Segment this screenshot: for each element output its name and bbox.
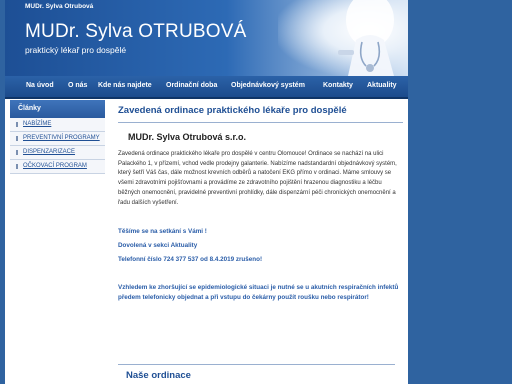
nav-contacts[interactable]: Kontakty (323, 82, 353, 89)
title-divider (118, 122, 403, 123)
sidebar-item-dispensary[interactable]: DISPENZARIZACE (10, 146, 105, 160)
sidebar-item-offer[interactable]: NABÍZÍME (10, 118, 105, 132)
welcome-text: Těšíme se na setkání s Vámi ! (118, 228, 207, 236)
covid-notice: Vzhledem ke zhoršující se epidemiologick… (118, 284, 399, 302)
nav-about[interactable]: O nás (68, 82, 87, 89)
section-title-office: Naše ordinace (126, 370, 191, 381)
sidebar: Články NABÍZÍME PREVENTIVNÍ PROGRAMY DIS… (10, 100, 105, 174)
nav-location[interactable]: Kde nás najdete (98, 82, 152, 89)
sidebar-item-preventive[interactable]: PREVENTIVNÍ PROGRAMY (10, 132, 105, 146)
section-divider (118, 364, 395, 365)
doctor-header-image (278, 0, 408, 76)
nav-booking-system[interactable]: Objednávkový systém (231, 82, 305, 89)
site-title[interactable]: MUDr. Sylva OTRUBOVÁ (25, 21, 246, 43)
sidebar-item-vaccination[interactable]: OČKOVACÍ PROGRAM (10, 160, 105, 174)
phone-notice: Telefonní číslo 724 377 537 od 8.4.2019 … (118, 256, 263, 264)
main-navigation: Na úvod O nás Kde nás najdete Ordinační … (5, 76, 408, 99)
nav-news[interactable]: Aktuality (367, 82, 397, 89)
doctor-illustration-icon (338, 0, 394, 76)
site-header: MUDr. Sylva Otrubová MUDr. Sylva OTRUBOV… (5, 0, 408, 76)
site-subtitle: praktický lékař pro dospělé (25, 45, 127, 55)
main-content: Zavedená ordinace praktického lékaře pro… (118, 100, 403, 303)
nav-home[interactable]: Na úvod (26, 82, 54, 89)
nav-office-hours[interactable]: Ordinační doba (166, 82, 217, 89)
organization-name: MUDr. Sylva Otrubová s.r.o. (128, 132, 247, 142)
intro-paragraph: Zavedená ordinace praktického lékaře pro… (118, 151, 397, 206)
page-container: MUDr. Sylva Otrubová MUDr. Sylva OTRUBOV… (5, 0, 408, 384)
page-title: Zavedená ordinace praktického lékaře pro… (118, 105, 347, 116)
sidebar-heading: Články (10, 100, 105, 118)
header-top-name: MUDr. Sylva Otrubová (25, 3, 94, 10)
vacation-notice: Dovolená v sekci Aktuality (118, 242, 198, 250)
